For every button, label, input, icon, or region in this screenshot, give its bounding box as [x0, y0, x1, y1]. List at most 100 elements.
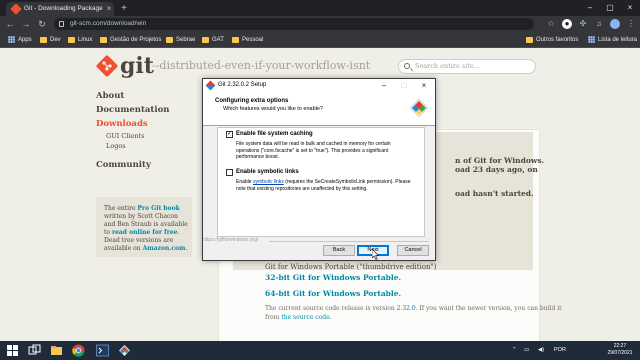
source-code-link[interactable]: the source code [281, 314, 329, 321]
window-close-button[interactable]: × [620, 0, 640, 16]
bookmark-outros-favoritos[interactable]: Outros favoritos [526, 32, 578, 48]
gitforwindows-link[interactable]: https://gitforwindows.org/ [203, 237, 258, 243]
source-text: . [329, 314, 332, 321]
fscache-label[interactable]: Enable file system caching [236, 131, 313, 137]
network-icon[interactable]: ▭ [524, 341, 529, 360]
back-button[interactable]: ← [4, 18, 16, 30]
clock-date: 29/07/2021 [607, 350, 633, 356]
folder-icon [166, 37, 173, 43]
reload-button[interactable]: ↻ [36, 18, 48, 30]
amazon-link[interactable]: Amazon.com [143, 245, 186, 252]
folder-icon [202, 37, 209, 43]
keyboard-language[interactable]: POR [554, 341, 566, 360]
source-text: . If you want the newer version, you can… [415, 305, 562, 312]
new-tab-button[interactable]: + [118, 2, 130, 16]
git-setup-icon [205, 80, 216, 91]
nav-about[interactable]: About [96, 91, 124, 101]
profile-avatar[interactable] [610, 19, 620, 29]
portable-32bit-link[interactable]: 32-bit Git for Windows Portable. [265, 273, 401, 282]
nav-gui-clients[interactable]: GUI Clients [106, 132, 144, 140]
symlinks-label[interactable]: Enable symbolic links [236, 169, 299, 175]
menu-kebab-icon[interactable]: ⋮ [626, 19, 636, 29]
git-logo-icon[interactable] [96, 55, 118, 77]
search-icon [404, 63, 410, 69]
terminal-icon[interactable] [96, 344, 109, 357]
git-setup-dialog: Git 2.32.0.2 Setup – □ × Configuring ext… [202, 78, 436, 261]
media-icon[interactable]: ♫ [594, 19, 604, 29]
cancel-button[interactable]: Cancel [397, 245, 429, 256]
browser-tab-strip: Git - Downloading Package × + – ▢ × [0, 0, 640, 16]
url-text: git-scm.com/download/win [70, 20, 147, 27]
dialog-title: Git 2.32.0.2 Setup [218, 82, 267, 88]
fscache-description: File system data will be read in bulk an… [236, 141, 391, 160]
browser-tab[interactable]: Git - Downloading Package [6, 2, 114, 16]
nav-documentation[interactable]: Documentation [96, 105, 169, 115]
chrome-icon[interactable] [72, 344, 85, 357]
source-code-line2: from the source code. [265, 314, 332, 321]
clock-time: 22:27 [613, 343, 627, 349]
folder-icon [100, 37, 107, 43]
source-version: 2.32.0 [396, 305, 416, 312]
book-text: . [185, 245, 188, 252]
file-explorer-icon[interactable] [50, 344, 63, 357]
volume-icon[interactable]: ◀) [538, 341, 544, 360]
pro-git-book-box: The entire Pro Git book written by Scott… [96, 197, 192, 257]
task-view-icon[interactable] [28, 344, 41, 357]
bookmark-label: Lista de leitura [598, 37, 638, 43]
nav-logos[interactable]: Logos [106, 142, 126, 150]
git-setup-taskbar-icon[interactable] [118, 344, 131, 357]
bookmark-pessoal[interactable]: Pessoal [232, 32, 263, 48]
read-online-link[interactable]: read online for free [112, 229, 178, 236]
tab-close-button[interactable]: × [104, 2, 114, 16]
taskbar-clock[interactable]: 22:27 29/07/2021 [604, 343, 636, 357]
windows-start-icon[interactable] [6, 344, 19, 357]
address-bar[interactable]: git-scm.com/download/win [54, 18, 534, 30]
lock-icon [59, 21, 64, 27]
portable-64bit-link[interactable]: 64-bit Git for Windows Portable. [265, 289, 401, 298]
extensions-puzzle-icon[interactable]: ✣ [578, 19, 588, 29]
site-search-input[interactable]: Search entire site... [398, 59, 536, 74]
window-maximize-button[interactable]: ▢ [600, 0, 620, 16]
apps-grid-icon [8, 36, 15, 43]
symbolic-links-link[interactable]: symbolic links [253, 179, 284, 185]
bookmark-gat[interactable]: GAT [202, 32, 224, 48]
dialog-minimize-button[interactable]: – [377, 79, 391, 92]
search-placeholder: Search entire site... [415, 62, 480, 70]
bookmark-label: Gestão de Projetos [110, 37, 162, 43]
folder-icon [526, 37, 533, 43]
bookmark-label: Apps [18, 37, 32, 43]
nav-downloads[interactable]: Downloads [96, 119, 148, 129]
dialog-maximize-button: □ [401, 81, 407, 90]
book-text: The entire [104, 205, 138, 212]
tab-title: Git - Downloading Package [24, 5, 103, 12]
nav-community[interactable]: Community [96, 160, 151, 170]
pro-git-book-link[interactable]: Pro Git book [137, 205, 179, 212]
site-tagline: --distributed-even-if-your-workflow-isnt [152, 59, 371, 72]
forward-button[interactable]: → [20, 18, 32, 30]
bookmark-label: GAT [212, 37, 224, 43]
bookmark-sebrae[interactable]: Sebrae [166, 32, 195, 48]
mouse-cursor-icon [372, 249, 380, 260]
bookmark-apps[interactable]: Apps [8, 32, 32, 48]
dialog-titlebar[interactable]: Git 2.32.0.2 Setup – □ × [203, 79, 435, 92]
folder-icon [232, 37, 239, 43]
source-text: from [265, 314, 282, 321]
extension-icon[interactable]: ● [562, 19, 572, 29]
bookmark-dev[interactable]: Dev [40, 32, 61, 48]
bookmark-reading-list[interactable]: Lista de leitura [588, 32, 637, 48]
bookmark-star-icon[interactable]: ☆ [546, 19, 556, 29]
back-button[interactable]: Back [323, 245, 355, 256]
bookmark-linux[interactable]: Linux [68, 32, 92, 48]
bookmark-label: Dev [50, 37, 61, 43]
symlinks-checkbox[interactable] [226, 169, 233, 176]
dialog-close-button[interactable]: × [417, 79, 431, 92]
git-favicon-icon [10, 3, 22, 15]
git-for-windows-logo-icon [409, 98, 429, 118]
source-code-line1: The current source code release is versi… [265, 305, 562, 312]
tray-chevron-icon[interactable]: ⌃ [512, 341, 517, 360]
bookmark-gestao[interactable]: Gestão de Projetos [100, 32, 161, 48]
window-minimize-button[interactable]: – [580, 0, 600, 16]
git-logo-text[interactable]: git [120, 53, 154, 79]
options-panel: ✓ Enable file system caching File system… [217, 127, 425, 237]
fscache-checkbox[interactable]: ✓ [226, 131, 233, 138]
